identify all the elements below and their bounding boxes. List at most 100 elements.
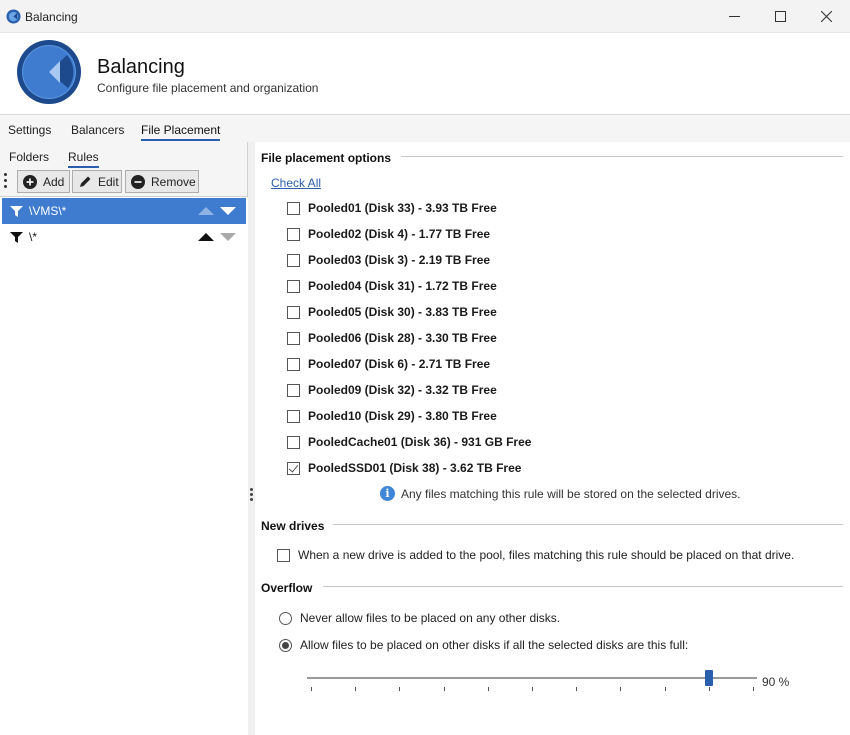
drive-label: Pooled09 (Disk 32) - 3.32 TB Free (308, 383, 497, 397)
subtab-rules[interactable]: Rules (68, 150, 99, 168)
rule-row-root[interactable]: \* (2, 224, 246, 250)
section-divider (401, 156, 843, 157)
main-tabs: Settings Balancers File Placement (0, 115, 850, 142)
drive-option[interactable]: Pooled06 (Disk 28) - 3.30 TB Free (287, 329, 497, 347)
drive-checkbox[interactable] (287, 461, 300, 475)
info-message: i Any files matching this rule will be s… (380, 486, 741, 501)
drive-option[interactable]: Pooled03 (Disk 3) - 2.19 TB Free (287, 251, 490, 269)
page-subtitle: Configure file placement and organizatio… (97, 81, 319, 95)
filter-icon (10, 231, 23, 243)
window-title: Balancing (25, 10, 78, 24)
subtab-folders[interactable]: Folders (9, 150, 49, 164)
slider-tick (709, 687, 710, 691)
plus-circle-icon (22, 174, 37, 189)
never-radio[interactable] (279, 611, 292, 625)
file-placement-panel: File placement options Check All Pooled0… (255, 142, 850, 735)
tab-settings[interactable]: Settings (8, 123, 51, 137)
info-text: Any files matching this rule will be sto… (401, 486, 741, 501)
tab-balancers[interactable]: Balancers (71, 123, 124, 137)
slider-tick (532, 687, 533, 691)
slider-tick (355, 687, 356, 691)
overflow-section-title: Overflow (261, 581, 313, 595)
close-button[interactable] (803, 0, 849, 33)
slider-track (307, 677, 757, 679)
new-drives-option[interactable]: When a new drive is added to the pool, f… (277, 548, 794, 562)
slider-thumb[interactable] (705, 670, 713, 686)
slider-tick (576, 687, 577, 691)
section-divider (323, 586, 843, 587)
drive-option[interactable]: Pooled10 (Disk 29) - 3.80 TB Free (287, 407, 497, 425)
drive-option[interactable]: Pooled02 (Disk 4) - 1.77 TB Free (287, 225, 490, 243)
drive-label: Pooled01 (Disk 33) - 3.93 TB Free (308, 201, 497, 215)
remove-rule-button[interactable]: Remove (125, 170, 199, 193)
drive-label: Pooled03 (Disk 3) - 2.19 TB Free (308, 253, 491, 267)
slider-value: 90 % (762, 675, 790, 689)
never-label: Never allow files to be placed on any ot… (300, 611, 561, 625)
check-all-link[interactable]: Check All (271, 176, 321, 190)
overflow-fullness-slider[interactable] (307, 670, 757, 694)
edit-rule-button[interactable]: Edit (72, 170, 122, 193)
drive-option[interactable]: PooledSSD01 (Disk 38) - 3.62 TB Free (287, 459, 521, 477)
minimize-button[interactable] (711, 0, 757, 33)
drive-option[interactable]: Pooled01 (Disk 33) - 3.93 TB Free (287, 199, 497, 217)
edit-label: Edit (98, 174, 119, 189)
page-header: Balancing Configure file placement and o… (0, 33, 850, 115)
allow-radio[interactable] (279, 638, 292, 652)
drive-option[interactable]: PooledCache01 (Disk 36) - 931 GB Free (287, 433, 531, 451)
drive-checkbox[interactable] (287, 253, 300, 267)
drive-checkbox[interactable] (287, 409, 300, 423)
filter-icon (10, 205, 23, 217)
tab-file-placement[interactable]: File Placement (141, 123, 221, 141)
drive-checkbox[interactable] (287, 331, 300, 345)
drivepool-icon (6, 9, 21, 24)
drive-label: Pooled04 (Disk 31) - 1.72 TB Free (308, 279, 497, 293)
placement-section-title: File placement options (261, 151, 392, 165)
slider-tick (488, 687, 489, 691)
overflow-never-option[interactable]: Never allow files to be placed on any ot… (279, 611, 560, 625)
move-up-icon[interactable] (198, 207, 214, 215)
drive-option[interactable]: Pooled09 (Disk 32) - 3.32 TB Free (287, 381, 497, 399)
move-down-icon[interactable] (220, 207, 236, 215)
move-down-icon[interactable] (220, 233, 236, 241)
drive-label: PooledSSD01 (Disk 38) - 3.62 TB Free (308, 461, 522, 475)
drive-option[interactable]: Pooled04 (Disk 31) - 1.72 TB Free (287, 277, 497, 295)
maximize-icon (774, 11, 786, 22)
minus-circle-icon (130, 174, 145, 189)
overflow-allow-option[interactable]: Allow files to be placed on other disks … (279, 638, 688, 652)
title-bar: Balancing (0, 0, 850, 33)
drive-option[interactable]: Pooled07 (Disk 6) - 2.71 TB Free (287, 355, 490, 373)
new-drives-checkbox[interactable] (277, 548, 290, 562)
new-drives-label: When a new drive is added to the pool, f… (298, 548, 795, 562)
drive-checkbox[interactable] (287, 435, 300, 449)
rules-list: \VMS\* \* (0, 196, 248, 735)
drive-label: Pooled07 (Disk 6) - 2.71 TB Free (308, 357, 491, 371)
add-rule-button[interactable]: Add (17, 170, 70, 193)
panel-splitter[interactable] (248, 142, 255, 735)
add-label: Add (43, 174, 65, 189)
maximize-button[interactable] (757, 0, 803, 33)
drive-checkbox[interactable] (287, 279, 300, 293)
drive-checkbox[interactable] (287, 357, 300, 371)
drive-checkbox[interactable] (287, 201, 300, 215)
info-icon: i (380, 486, 395, 501)
toolbar-grip[interactable] (4, 173, 8, 189)
drive-option[interactable]: Pooled05 (Disk 30) - 3.83 TB Free (287, 303, 497, 321)
balancing-logo-icon (17, 40, 81, 104)
minimize-icon (728, 16, 740, 17)
slider-tick (311, 687, 312, 691)
slider-tick (665, 687, 666, 691)
rule-row-vms[interactable]: \VMS\* (2, 198, 246, 224)
drive-checkbox[interactable] (287, 227, 300, 241)
drive-label: Pooled10 (Disk 29) - 3.80 TB Free (308, 409, 497, 423)
new-drives-section-title: New drives (261, 519, 325, 533)
drive-label: Pooled05 (Disk 30) - 3.83 TB Free (308, 305, 497, 319)
slider-tick (399, 687, 400, 691)
drive-checkbox[interactable] (287, 383, 300, 397)
drive-label: Pooled02 (Disk 4) - 1.77 TB Free (308, 227, 491, 241)
pencil-icon (77, 174, 92, 189)
drive-label: PooledCache01 (Disk 36) - 931 GB Free (308, 435, 532, 449)
drive-checkbox[interactable] (287, 305, 300, 319)
rules-toolbar: Add Edit Remove (0, 168, 248, 195)
rule-label: \VMS\* (29, 204, 67, 218)
move-up-icon[interactable] (198, 233, 214, 241)
